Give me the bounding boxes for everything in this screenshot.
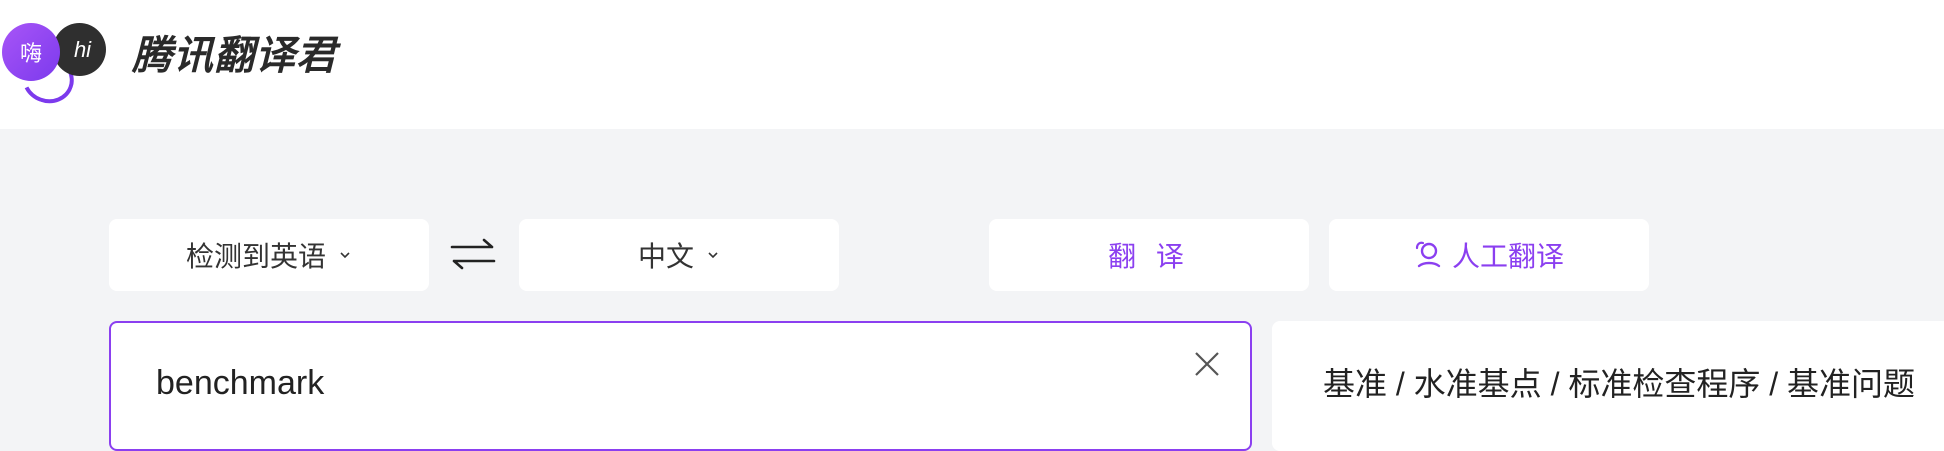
translate-button-label: 翻 译 [1108,241,1190,272]
source-text[interactable]: benchmark [156,364,324,403]
brand-title[interactable]: 腾讯翻译君 [132,30,337,82]
translate-button[interactable]: 翻 译 [989,219,1309,291]
target-language-label: 中文 [637,241,694,272]
app-header: hi 嗨 腾讯翻译君 [0,0,1944,129]
human-translate-label: 人工翻译 [1451,241,1564,272]
source-language-label: 检测到英语 [185,241,326,272]
human-translate-button[interactable]: 人工翻译 [1329,219,1649,291]
source-language-select[interactable]: 检测到英语 [109,219,429,291]
translation-result-text: 基准 / 水准基点 / 标准检查程序 / 基准问题 [1323,366,1916,402]
chevron-down-icon [340,252,350,259]
logo-bubble-hai: 嗨 [2,23,60,81]
target-language-select[interactable]: 中文 [519,219,839,291]
chevron-down-icon [708,252,718,259]
close-icon[interactable] [1192,349,1222,379]
logo[interactable]: hi 嗨 [0,20,110,111]
logo-bubble-hi: hi [53,23,106,76]
human-translator-icon [1415,241,1441,268]
swap-languages-icon[interactable] [450,236,496,272]
